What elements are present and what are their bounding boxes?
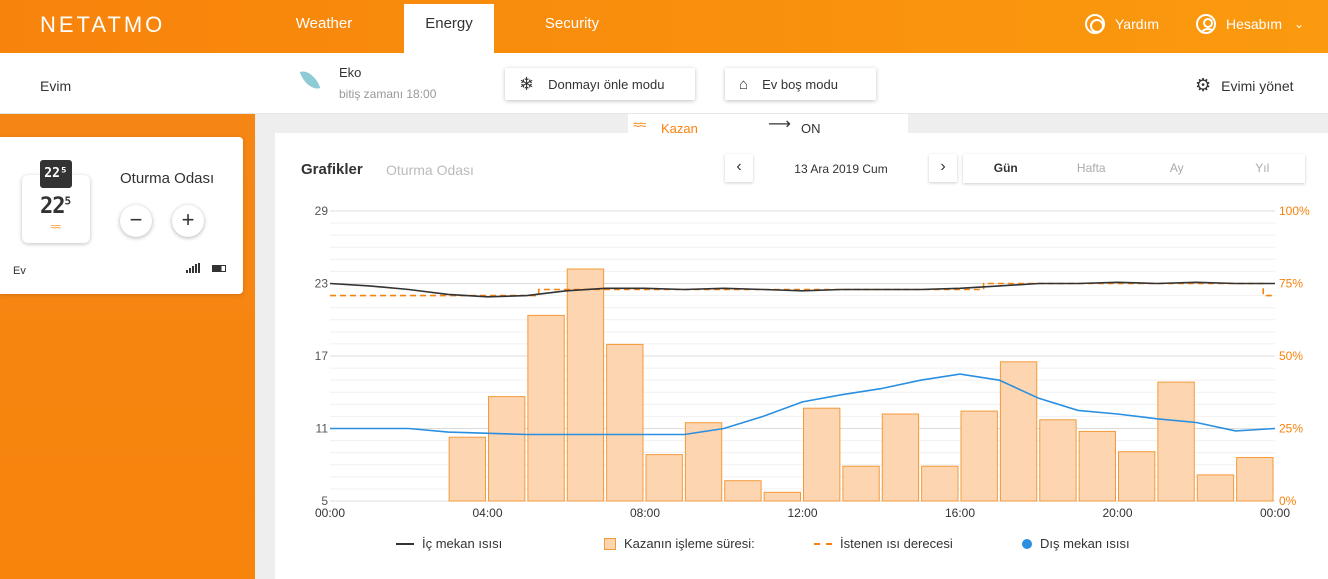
increase-temp-button[interactable]: + bbox=[172, 205, 204, 237]
chevron-down-icon: ⌄ bbox=[1294, 17, 1305, 31]
legend-setpoint-label: İstenen ısı derecesi bbox=[840, 536, 953, 551]
house-away-icon: ⌂ bbox=[739, 75, 749, 93]
previous-day-button[interactable]: ‹ bbox=[725, 154, 753, 182]
boiler-runtime-bar bbox=[1157, 381, 1195, 502]
y-right-tick-label: 75% bbox=[1279, 277, 1303, 291]
manage-home-label: Evimi yönet bbox=[1221, 77, 1294, 94]
home-name[interactable]: Evim bbox=[40, 78, 71, 94]
manage-home-button[interactable]: ⚙ Evimi yönet bbox=[1195, 75, 1294, 96]
period-year[interactable]: Yıl bbox=[1220, 154, 1306, 183]
legend-outdoor-label: Dış mekan ısısı bbox=[1040, 536, 1130, 551]
account-menu[interactable]: Hesabım ⌄ bbox=[1196, 14, 1304, 34]
boiler-runtime-bar bbox=[488, 396, 526, 502]
graph-date: 13 Ara 2019 Cum bbox=[794, 162, 888, 176]
boiler-runtime-bar bbox=[1118, 451, 1156, 502]
period-day[interactable]: Gün bbox=[963, 154, 1049, 183]
period-month[interactable]: Ay bbox=[1134, 154, 1220, 183]
room-home-label: Ev bbox=[13, 265, 26, 277]
account-label: Hesabım bbox=[1226, 16, 1283, 32]
mode-title: Eko bbox=[339, 65, 362, 80]
boiler-runtime-bar bbox=[960, 410, 998, 502]
tab-energy[interactable]: Energy bbox=[404, 4, 494, 53]
top-nav-bar: NETATMO Weather Energy Security Yardım H… bbox=[0, 0, 1328, 53]
away-mode-label: Ev boş modu bbox=[762, 76, 838, 92]
boiler-runtime-bar bbox=[724, 480, 762, 502]
battery-icon bbox=[212, 265, 226, 272]
legend-indoor-label: İç mekan ısısı bbox=[422, 536, 503, 551]
graph-room: Oturma Odası bbox=[386, 162, 474, 178]
valve-temperature: 225 bbox=[40, 194, 71, 219]
help-label: Yardım bbox=[1115, 16, 1160, 32]
y-left-tick-label: 17 bbox=[315, 349, 329, 363]
decrease-temp-button[interactable]: − bbox=[120, 205, 152, 237]
y-left-tick-label: 11 bbox=[316, 422, 329, 436]
boiler-runtime-bar bbox=[763, 491, 801, 502]
x-tick-label: 00:00 bbox=[315, 506, 345, 520]
boiler-runtime-bar bbox=[1196, 474, 1235, 502]
heating-icon: ≈≈ bbox=[51, 222, 61, 233]
y-right-tick-label: 50% bbox=[1279, 349, 1303, 363]
boiler-runtime-bar bbox=[684, 422, 723, 502]
signal-icon bbox=[186, 263, 200, 273]
y-right-tick-label: 100% bbox=[1279, 204, 1310, 218]
setpoint-temperature-line bbox=[330, 282, 1275, 297]
boiler-runtime-bar bbox=[1039, 419, 1077, 502]
room-title: Oturma Odası bbox=[120, 170, 215, 187]
boiler-runtime-bar bbox=[842, 465, 880, 502]
x-tick-label: 08:00 bbox=[630, 506, 660, 520]
boiler-runtime-bar bbox=[803, 407, 841, 502]
user-icon bbox=[1196, 14, 1216, 34]
room-card[interactable]: 22⁵ 225 ≈≈ Oturma Odası − + Ev bbox=[0, 137, 243, 294]
y-left-tick-label: 29 bbox=[315, 204, 329, 218]
lifebuoy-icon bbox=[1085, 14, 1105, 34]
setpoint-line-swatch bbox=[814, 542, 832, 545]
indoor-line-swatch bbox=[396, 542, 414, 545]
x-tick-label: 16:00 bbox=[945, 506, 975, 520]
legend-outdoor: Dış mekan ısısı bbox=[1022, 536, 1130, 551]
away-mode-button[interactable]: ⌂ Ev boş modu bbox=[725, 68, 876, 100]
frost-guard-button[interactable]: ❄ Donmayı önle modu bbox=[505, 68, 695, 100]
arrow-right-icon: ⟶ bbox=[768, 116, 791, 133]
tab-security[interactable]: Security bbox=[527, 4, 617, 53]
legend-boiler-label: Kazanın işleme süresi: bbox=[624, 536, 755, 551]
frost-guard-label: Donmayı önle modu bbox=[548, 76, 665, 92]
snowflake-icon: ❄ bbox=[519, 73, 535, 94]
next-day-button[interactable]: › bbox=[929, 154, 957, 182]
boiler-runtime-bar bbox=[881, 413, 920, 502]
x-tick-label: 00:00 bbox=[1260, 506, 1290, 520]
gear-icon: ⚙ bbox=[1195, 75, 1212, 95]
indoor-temperature-line bbox=[329, 281, 1275, 298]
help-button[interactable]: Yardım bbox=[1085, 14, 1159, 34]
tab-weather[interactable]: Weather bbox=[280, 4, 368, 53]
boiler-runtime-bar bbox=[1078, 430, 1116, 502]
temperature-chart: 292317115100%75%50%25%0%00:00 04:00 08:00 1… bbox=[315, 204, 1310, 520]
y-right-tick-label: 25% bbox=[1279, 422, 1303, 436]
graph-title: Grafikler bbox=[301, 161, 363, 178]
boiler-runtime-bar bbox=[448, 436, 486, 502]
period-selector: Gün Hafta Ay Yıl bbox=[963, 154, 1305, 183]
x-tick-label: 12:00 bbox=[787, 506, 817, 520]
valve-display-badge: 22⁵ bbox=[40, 160, 72, 188]
legend-indoor: İç mekan ısısı bbox=[396, 536, 502, 551]
boiler-runtime-bar bbox=[566, 268, 605, 502]
legend-boiler: Kazanın işleme süresi: bbox=[604, 536, 755, 551]
outdoor-dot-swatch bbox=[1022, 538, 1032, 549]
heating-icon: ≈≈ bbox=[633, 117, 646, 132]
home-bar: Evim Eko bitiş zamanı 18:00 ❄ Donmayı ön… bbox=[0, 53, 1328, 114]
boiler-runtime-bar bbox=[1236, 457, 1274, 502]
y-left-tick-label: 23 bbox=[315, 277, 329, 291]
leaf-icon bbox=[299, 67, 321, 93]
boiler-runtime-bar bbox=[606, 343, 644, 502]
boiler-bar-swatch bbox=[604, 537, 616, 550]
mode-end-time: bitiş zamanı 18:00 bbox=[339, 87, 437, 101]
boiler-runtime-bar bbox=[645, 454, 683, 502]
legend-setpoint: İstenen ısı derecesi bbox=[814, 536, 953, 551]
netatmo-logo[interactable]: NETATMO bbox=[40, 12, 165, 38]
boiler-runtime-bar bbox=[527, 314, 565, 502]
boiler-runtime-bar bbox=[921, 465, 959, 502]
period-week[interactable]: Hafta bbox=[1049, 154, 1135, 183]
x-tick-label: 04:00 bbox=[472, 506, 502, 520]
x-tick-label: 20:00 bbox=[1102, 506, 1132, 520]
